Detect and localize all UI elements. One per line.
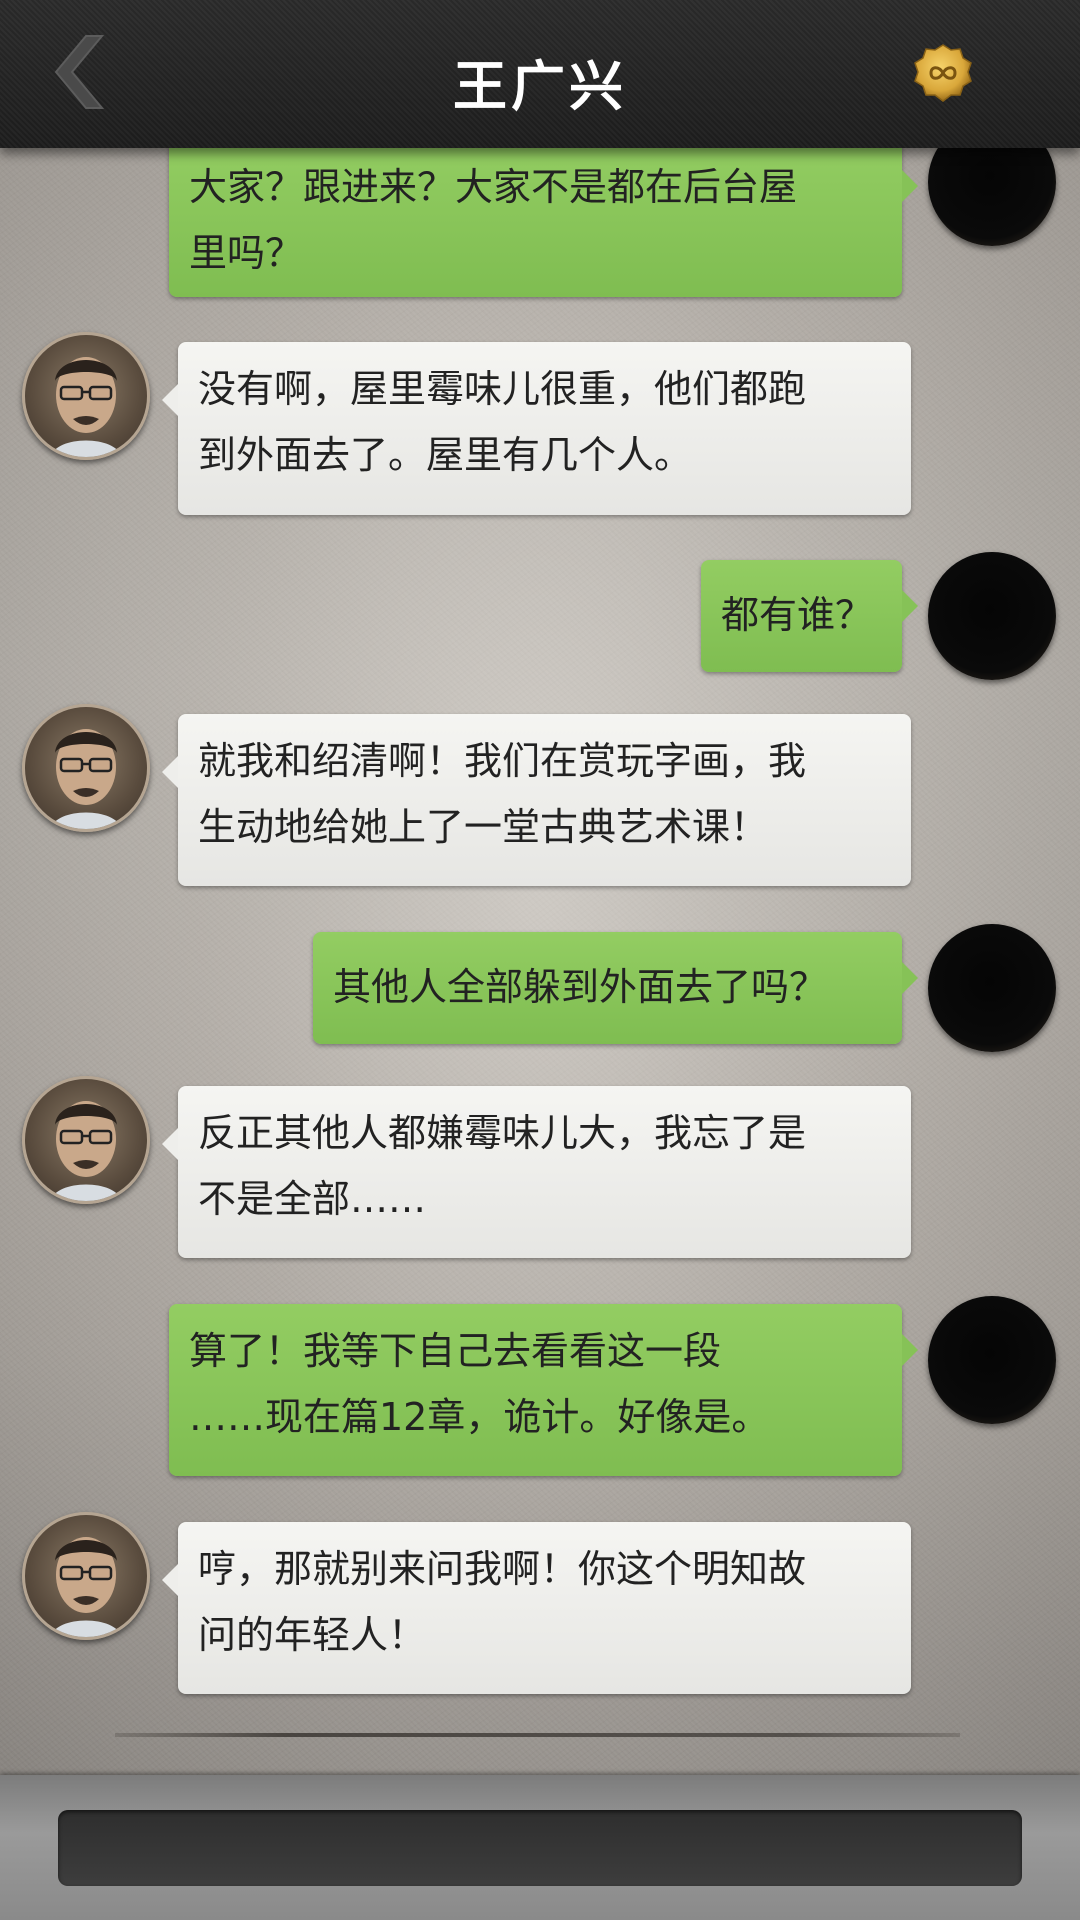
face-portrait-icon: [51, 357, 121, 457]
reply-button[interactable]: [58, 1810, 1022, 1886]
npc-message-bubble: 反正其他人都嫌霉味儿大，我忘了是 不是全部……: [162, 1086, 911, 1258]
player-avatar: [928, 552, 1056, 680]
face-portrait-icon: [51, 729, 121, 829]
npc-message-bubble: 就我和绍清啊！我们在赏玩字画，我 生动地给她上了一堂古典艺术课！: [162, 714, 911, 886]
npc-avatar: [22, 704, 150, 832]
npc-avatar: [22, 332, 150, 460]
player-avatar: [928, 924, 1056, 1052]
npc-message-bubble: 哼，那就别来问我啊！你这个明知故 问的年轻人！: [162, 1522, 911, 1694]
npc-message-bubble: 没有啊，屋里霉味儿很重，他们都跑 到外面去了。屋里有几个人。: [162, 342, 911, 515]
player-message-bubble: 算了！我等下自己去看看这一段 ……现在篇12章，诡计。好像是。: [169, 1304, 918, 1476]
infinity-coin-icon: [914, 44, 972, 102]
npc-avatar: [22, 1076, 150, 1204]
bottom-panel: [0, 1775, 1080, 1920]
player-message-bubble: 其他人全部躲到外面去了吗？: [313, 932, 918, 1044]
top-bar: 王广兴: [0, 0, 1080, 148]
npc-avatar: [22, 1512, 150, 1640]
player-message-bubble: 大家？跟进来？大家不是都在后台屋 里吗？: [169, 140, 918, 297]
divider: [115, 1733, 960, 1737]
chat-screen: 王广兴 大家？跟进来？大家不是都在后台屋 里吗？ 没有啊，屋里霉味儿很重，他们都…: [0, 0, 1080, 1920]
face-portrait-icon: [51, 1101, 121, 1201]
player-avatar: [928, 1296, 1056, 1424]
face-portrait-icon: [51, 1537, 121, 1637]
player-message-bubble: 都有谁？: [701, 560, 918, 672]
coin-button[interactable]: [912, 44, 974, 102]
